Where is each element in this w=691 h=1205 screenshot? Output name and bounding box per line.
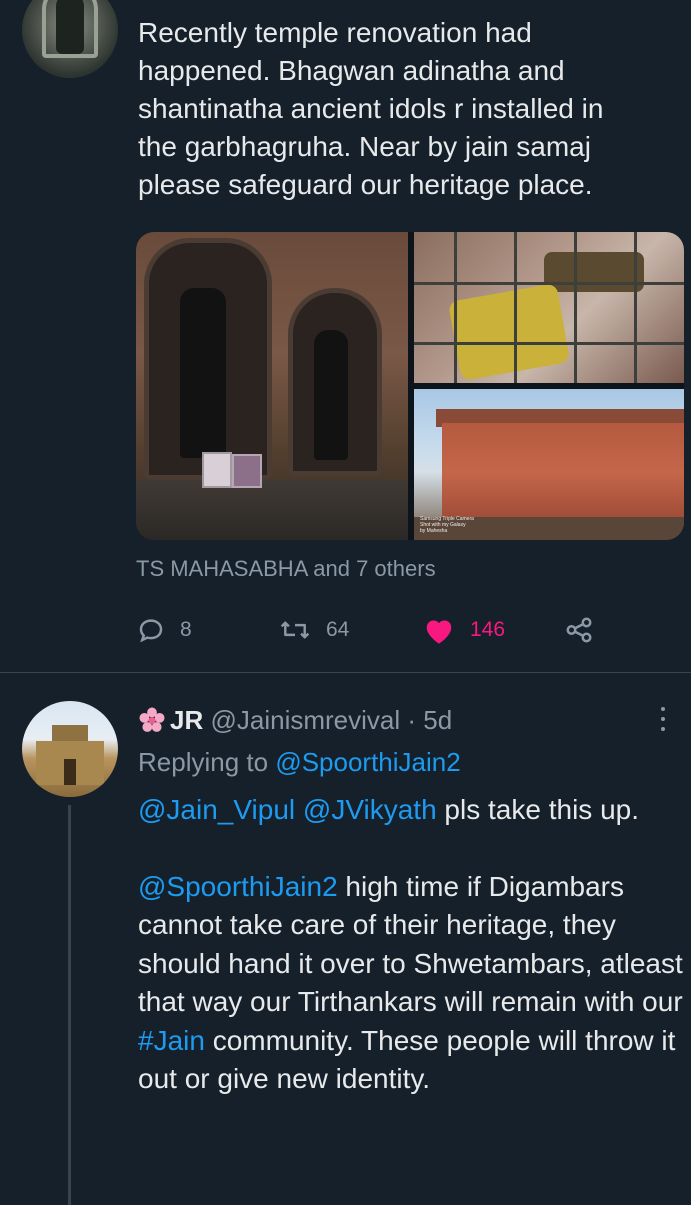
reply-button[interactable]: 8 [136, 610, 192, 650]
reply-icon [139, 619, 163, 643]
replying-to: Replying to @SpoorthiJain2 [138, 745, 461, 779]
tweet-paragraph: @SpoorthiJain2 high time if Digambars ca… [138, 868, 690, 1099]
tweet-text-span: community. These people will throw it ou… [138, 1024, 676, 1095]
mention-link[interactable]: @JVikyath [303, 794, 437, 825]
timestamp[interactable]: 5d [423, 705, 452, 735]
framed-photo [232, 454, 262, 488]
grill-bar [574, 232, 577, 383]
retweet-icon [280, 621, 310, 639]
grill-bar [414, 342, 684, 345]
avatar[interactable] [22, 0, 118, 78]
avatar-temple-door [64, 759, 76, 785]
shrine-top [544, 252, 644, 292]
share-icon [566, 617, 592, 643]
thread-line [68, 805, 71, 1205]
yellow-cloth [447, 283, 571, 381]
reply-count: 8 [180, 618, 192, 641]
avatar-idol [56, 0, 84, 54]
display-name[interactable]: JR [170, 705, 203, 735]
grill-bar [514, 232, 517, 383]
camera-watermark: Samsung Triple Camera Shot with my Galax… [420, 516, 474, 534]
photo-idols[interactable] [136, 232, 408, 540]
grill-bar [634, 232, 637, 383]
more-options-icon[interactable] [660, 707, 666, 735]
avatar[interactable] [22, 701, 118, 797]
idol-shantinatha [314, 330, 348, 460]
tweet[interactable]: JR @Jainismrevival · 5d Replying to @Spo… [0, 673, 691, 1205]
idol-adinatha [180, 288, 226, 458]
cherry-blossom-icon [139, 707, 165, 732]
brick-wall [442, 423, 684, 523]
photo-garbhagruha-grill[interactable] [414, 232, 684, 383]
heart-icon [426, 620, 452, 644]
tweet-actions: 8 64 146 [136, 610, 616, 650]
retweet-count: 64 [326, 618, 350, 641]
like-button[interactable]: 146 [422, 610, 505, 650]
tweet[interactable]: Recently temple renovation had happened.… [0, 0, 691, 672]
tweet-paragraph: @Jain_Vipul @JVikyath pls take this up. [138, 791, 690, 830]
idol-base [136, 480, 408, 540]
replying-label: Replying to [138, 747, 269, 777]
tweet-header: JR @Jainismrevival · 5d [138, 703, 452, 737]
retweet-button[interactable]: 64 [278, 610, 349, 650]
separator: · [407, 705, 417, 735]
photo-temple-exterior[interactable]: Samsung Triple Camera Shot with my Galax… [414, 389, 684, 540]
mention-link[interactable]: @Jain_Vipul [138, 794, 295, 825]
grill-bar [414, 282, 684, 285]
mention-link[interactable]: @SpoorthiJain2 [138, 871, 338, 902]
framed-photo [202, 452, 232, 488]
tweet-text: Recently temple renovation had happened.… [138, 17, 604, 200]
share-button[interactable] [564, 610, 594, 650]
grill-bar [454, 232, 457, 383]
hashtag-link[interactable]: #Jain [138, 1025, 205, 1056]
social-context[interactable]: TS MAHASABHA and 7 others [136, 556, 436, 582]
user-handle[interactable]: @Jainismrevival [210, 705, 400, 735]
tweet-text: @Jain_Vipul @JVikyath pls take this up. … [138, 791, 690, 1099]
replying-to-link[interactable]: @SpoorthiJain2 [275, 747, 460, 777]
tweet-media-grid[interactable]: Samsung Triple Camera Shot with my Galax… [136, 232, 684, 540]
tweet-text-span: pls take this up. [436, 794, 639, 825]
like-count: 146 [470, 618, 506, 641]
